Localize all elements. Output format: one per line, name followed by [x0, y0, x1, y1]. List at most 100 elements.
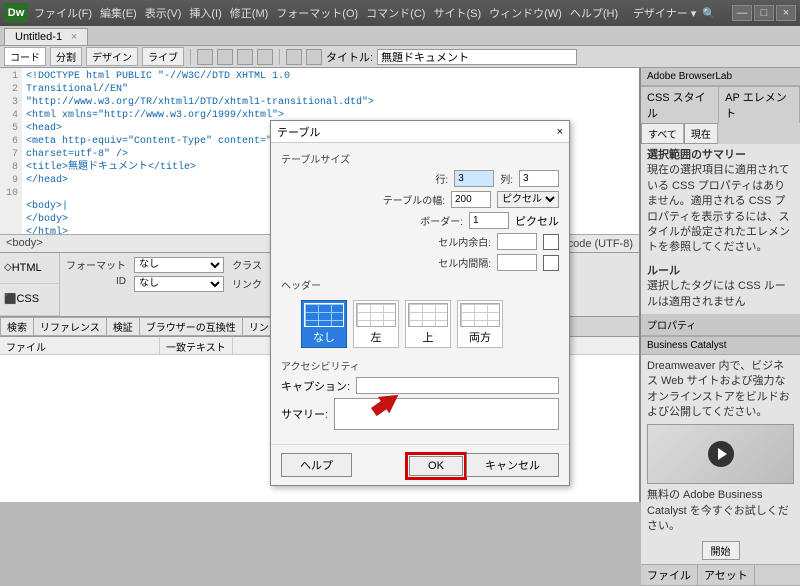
- menu-format[interactable]: フォーマット(O): [276, 5, 358, 21]
- minimize-button[interactable]: —: [732, 5, 752, 21]
- dialog-close-icon[interactable]: ×: [557, 126, 563, 138]
- toolbar-icon[interactable]: [237, 49, 253, 65]
- btab-validate[interactable]: 検証: [106, 317, 140, 336]
- link-label: リンク: [232, 276, 262, 292]
- menu-view[interactable]: 表示(V): [145, 5, 182, 21]
- header-left[interactable]: 左: [353, 300, 399, 348]
- rules-body: 選択したタグには CSS ルールは適用されません: [647, 280, 786, 307]
- menu-help[interactable]: ヘルプ(H): [570, 5, 618, 21]
- class-label: クラス: [232, 257, 262, 273]
- id-label: ID: [66, 276, 126, 292]
- title-input[interactable]: [377, 49, 577, 65]
- panel-business-catalyst[interactable]: Business Catalyst: [641, 337, 800, 355]
- bc-video-thumb[interactable]: [647, 424, 794, 484]
- border-label: ボーダー:: [420, 213, 463, 228]
- size-legend: テーブルサイズ: [281, 151, 559, 166]
- panel-dock: Adobe BrowserLab CSS スタイル AP エレメント すべて 現…: [640, 68, 800, 502]
- panel-tab-ap[interactable]: AP エレメント: [719, 87, 800, 123]
- menu-modify[interactable]: 修正(M): [230, 5, 269, 21]
- summary-input[interactable]: [334, 398, 559, 430]
- summary-label: サマリー:: [281, 406, 328, 422]
- rules-title: ルール: [647, 265, 680, 277]
- access-legend: アクセシビリティ: [281, 358, 559, 373]
- btab-browser-compat[interactable]: ブラウザーの互換性: [139, 317, 243, 336]
- maximize-button[interactable]: □: [754, 5, 774, 21]
- btab-search[interactable]: 検索: [0, 317, 34, 336]
- header-legend: ヘッダー: [281, 277, 559, 292]
- cellpad-label: セル内余白:: [438, 234, 491, 249]
- cellpad-icon: [543, 234, 559, 250]
- cellspace-label: セル内間隔:: [438, 255, 491, 270]
- header-none[interactable]: なし: [301, 300, 347, 348]
- view-code-button[interactable]: コード: [4, 47, 46, 66]
- toolbar-icon[interactable]: [306, 49, 322, 65]
- document-toolbar: コード 分割 デザイン ライブ タイトル:: [0, 46, 800, 68]
- app-titlebar: Dw ファイル(F) 編集(E) 表示(V) 挿入(I) 修正(M) フォーマッ…: [0, 0, 800, 26]
- dialog-title: テーブル: [277, 124, 320, 140]
- menu-site[interactable]: サイト(S): [433, 5, 481, 21]
- tag-selector[interactable]: <body>: [6, 237, 43, 249]
- rows-label: 行:: [435, 171, 448, 186]
- ok-button[interactable]: OK: [409, 456, 463, 476]
- toolbar-icon[interactable]: [286, 49, 302, 65]
- line-gutter: 12345678910: [0, 68, 22, 234]
- btab-reference[interactable]: リファレンス: [33, 317, 107, 336]
- toolbar-icon[interactable]: [217, 49, 233, 65]
- menu-command[interactable]: コマンド(C): [366, 5, 425, 21]
- menu-file[interactable]: ファイル(F): [34, 5, 92, 21]
- col-file[interactable]: ファイル: [0, 337, 160, 354]
- css-summary-title: 選択範囲のサマリー: [647, 149, 746, 161]
- col-match[interactable]: 一致テキスト: [160, 337, 233, 354]
- cols-label: 列:: [500, 171, 513, 186]
- format-select[interactable]: なし: [134, 257, 224, 273]
- prop-tab-html[interactable]: ◇ HTML: [0, 253, 59, 285]
- panel-tab-css[interactable]: CSS スタイル: [641, 87, 719, 123]
- css-summary-body: 現在の選択項目に適用されている CSS プロパティはありません。適用される CS…: [647, 164, 790, 253]
- bc-desc2: 無料の Adobe Business Catalyst を今すぐお試しください。: [647, 489, 789, 532]
- panel-browserlab[interactable]: Adobe BrowserLab: [641, 68, 800, 86]
- bc-desc1: Dreamweaver 内で、ビジネス Web サイトおよび強力なオンラインスト…: [647, 360, 790, 418]
- panel-tab-assets[interactable]: アセット: [698, 565, 755, 585]
- view-design-button[interactable]: デザイン: [86, 47, 138, 66]
- menu-edit[interactable]: 編集(E): [100, 5, 137, 21]
- css-all-button[interactable]: すべて: [641, 123, 684, 144]
- panel-properties[interactable]: プロパティ: [641, 314, 800, 336]
- help-button[interactable]: ヘルプ: [281, 453, 352, 477]
- format-label: フォーマット: [66, 257, 126, 273]
- view-split-button[interactable]: 分割: [50, 47, 82, 66]
- search-icon[interactable]: 🔍: [702, 7, 716, 20]
- toolbar-icon[interactable]: [257, 49, 273, 65]
- menu-insert[interactable]: 挿入(I): [189, 5, 221, 21]
- workspace-switcher[interactable]: デザイナー ▾: [633, 5, 696, 21]
- toolbar-icon[interactable]: [197, 49, 213, 65]
- header-both[interactable]: 両方: [457, 300, 503, 348]
- cellpad-input[interactable]: [497, 233, 537, 250]
- document-tabbar: Untitled-1 ×: [0, 26, 800, 46]
- cellspace-icon: [543, 255, 559, 271]
- cancel-button[interactable]: キャンセル: [466, 453, 559, 477]
- id-select[interactable]: なし: [134, 276, 224, 292]
- close-button[interactable]: ×: [776, 5, 796, 21]
- cols-input[interactable]: [519, 170, 559, 187]
- bc-start-button[interactable]: 開始: [702, 541, 740, 560]
- width-label: テーブルの幅:: [383, 192, 445, 207]
- css-current-button[interactable]: 現在: [684, 123, 718, 144]
- cellspace-input[interactable]: [497, 254, 537, 271]
- play-icon: [708, 441, 734, 467]
- prop-tab-css[interactable]: ⬛ CSS: [0, 284, 59, 316]
- tab-close-icon[interactable]: ×: [71, 31, 77, 43]
- caption-label: キャプション:: [281, 378, 350, 394]
- menu-window[interactable]: ウィンドウ(W): [489, 5, 562, 21]
- menu-bar: ファイル(F) 編集(E) 表示(V) 挿入(I) 修正(M) フォーマット(O…: [34, 5, 633, 21]
- border-unit: ピクセル: [515, 213, 559, 229]
- table-dialog: テーブル × テーブルサイズ 行: 列: テーブルの幅: ピクセル ボーダー: …: [270, 120, 570, 486]
- width-unit-select[interactable]: ピクセル: [497, 191, 559, 208]
- title-label: タイトル:: [326, 49, 373, 65]
- view-live-button[interactable]: ライブ: [142, 47, 184, 66]
- document-tab[interactable]: Untitled-1 ×: [4, 28, 88, 45]
- width-input[interactable]: [451, 191, 491, 208]
- border-input[interactable]: [469, 212, 509, 229]
- panel-tab-files[interactable]: ファイル: [641, 565, 698, 585]
- header-top[interactable]: 上: [405, 300, 451, 348]
- rows-input[interactable]: [454, 170, 494, 187]
